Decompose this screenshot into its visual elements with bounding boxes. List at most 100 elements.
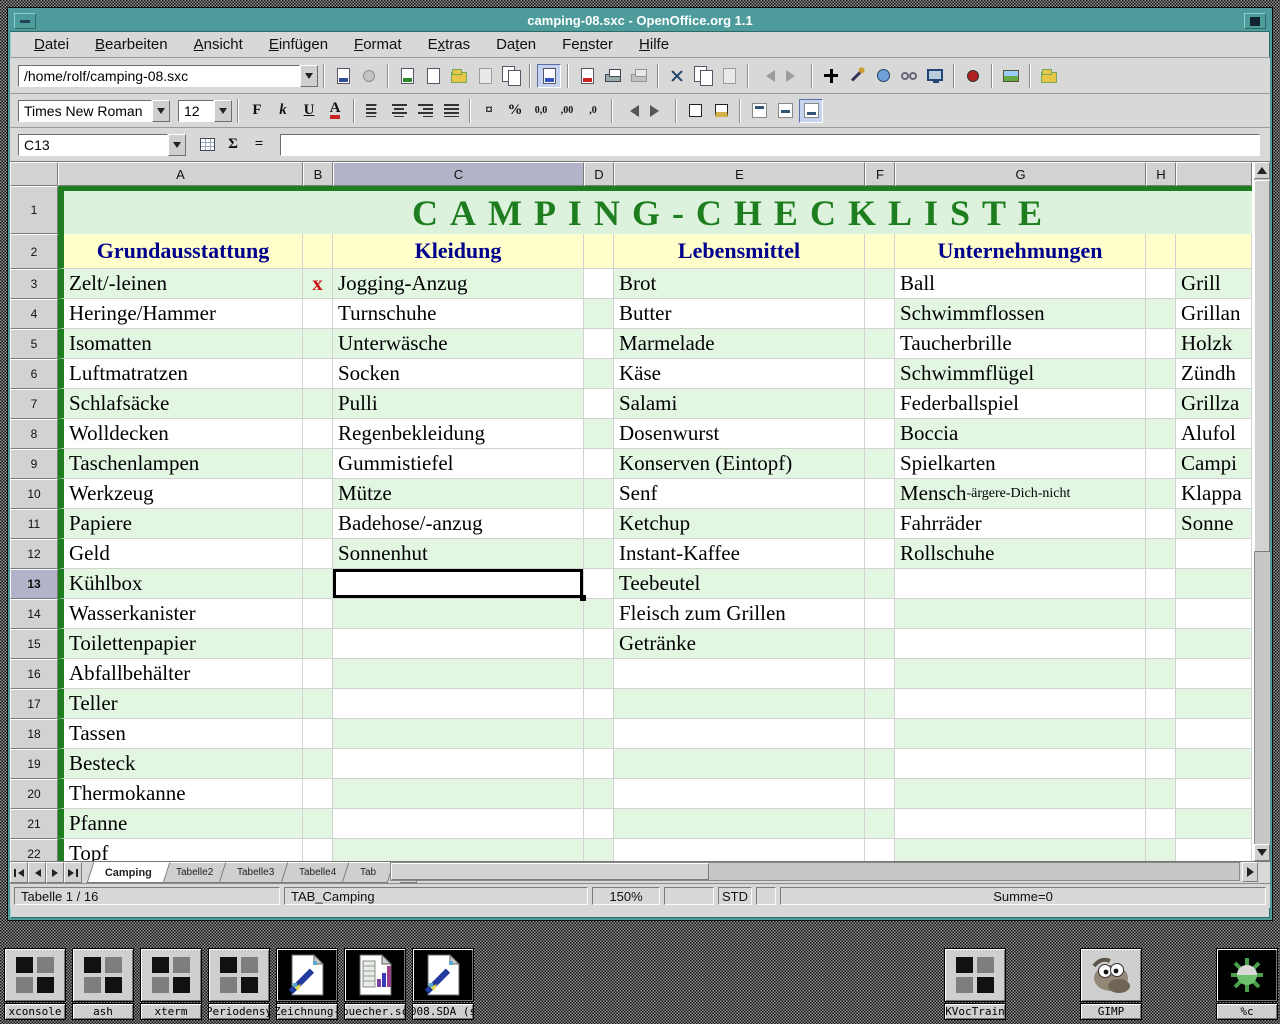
font-size-value[interactable]: 12 (178, 100, 214, 122)
cell-G22[interactable] (895, 839, 1146, 861)
cell-D2[interactable] (584, 234, 614, 269)
name-box-dropdown-button[interactable] (168, 134, 186, 156)
cell-F9[interactable] (865, 449, 895, 479)
cell-H7[interactable] (1146, 389, 1176, 419)
visible-buttons-icon[interactable] (923, 64, 947, 88)
cell-C13[interactable] (333, 569, 584, 599)
cell-G15[interactable] (895, 629, 1146, 659)
maximize-button[interactable] (1244, 13, 1266, 29)
window-menu-button[interactable] (14, 13, 36, 29)
column-header-A[interactable]: A (58, 162, 303, 186)
cell-B2[interactable] (303, 234, 333, 269)
borders-button[interactable] (683, 99, 707, 123)
cell-I19[interactable] (1176, 749, 1252, 779)
number-format-currency-button[interactable]: ¤ (477, 99, 501, 123)
cell-E5[interactable]: Marmelade (614, 329, 865, 359)
align-center-vertical-button[interactable] (773, 99, 797, 123)
row-header-19[interactable]: 19 (10, 749, 58, 779)
cell-F20[interactable] (865, 779, 895, 809)
cell-E20[interactable] (614, 779, 865, 809)
row-header-22[interactable]: 22 (10, 839, 58, 861)
cell-G14[interactable] (895, 599, 1146, 629)
cell-F21[interactable] (865, 809, 895, 839)
cell-C4[interactable]: Turnschuhe (333, 299, 584, 329)
scroll-up-button[interactable] (1254, 162, 1270, 179)
cell-F7[interactable] (865, 389, 895, 419)
cell-G17[interactable] (895, 689, 1146, 719)
cell-G4[interactable]: Schwimmflossen (895, 299, 1146, 329)
last-sheet-button[interactable] (64, 862, 82, 883)
align-bottom-button[interactable] (799, 99, 823, 123)
cell-F10[interactable] (865, 479, 895, 509)
cell-B5[interactable] (303, 329, 333, 359)
cell-I20[interactable] (1176, 779, 1252, 809)
column-header-D[interactable]: D (584, 162, 614, 186)
row-header-13[interactable]: 13 (10, 569, 58, 599)
cell-A9[interactable]: Taschenlampen (58, 449, 303, 479)
cell-A18[interactable]: Tassen (58, 719, 303, 749)
cell-C19[interactable] (333, 749, 584, 779)
window-icon[interactable] (4, 948, 66, 1002)
cell-F4[interactable] (865, 299, 895, 329)
name-box[interactable]: C13 (18, 134, 186, 156)
row-header-3[interactable]: 3 (10, 269, 58, 299)
align-right-button[interactable] (413, 99, 437, 123)
cell-A8[interactable]: Wolldecken (58, 419, 303, 449)
cell-D17[interactable] (584, 689, 614, 719)
row-header-15[interactable]: 15 (10, 629, 58, 659)
cell-C8[interactable]: Regenbekleidung (333, 419, 584, 449)
cell-G2[interactable]: Unternehmungen (895, 234, 1146, 269)
cell-H10[interactable] (1146, 479, 1176, 509)
column-header-I[interactable] (1176, 162, 1252, 186)
cell-I16[interactable] (1176, 659, 1252, 689)
cell-G18[interactable] (895, 719, 1146, 749)
cell-I11[interactable]: Sonne (1176, 509, 1252, 539)
grid-corner[interactable] (10, 162, 58, 186)
url-combobox[interactable]: /home/rolf/camping-08.sxc (18, 65, 318, 87)
cell-I13[interactable] (1176, 569, 1252, 599)
cell-H6[interactable] (1146, 359, 1176, 389)
cell-F8[interactable] (865, 419, 895, 449)
cell-G7[interactable]: Federballspiel (895, 389, 1146, 419)
cell-I10[interactable]: Klappa (1176, 479, 1252, 509)
cell-C14[interactable] (333, 599, 584, 629)
cell-G6[interactable]: Schwimmflügel (895, 359, 1146, 389)
cell-C15[interactable] (333, 629, 584, 659)
cell-I14[interactable] (1176, 599, 1252, 629)
menu-datei[interactable]: Datei (22, 34, 81, 55)
cell-E16[interactable] (614, 659, 865, 689)
cell-D22[interactable] (584, 839, 614, 861)
navigator-icon[interactable] (819, 64, 843, 88)
menu-ansicht[interactable]: Ansicht (182, 34, 255, 55)
cell-E13[interactable]: Teebeutel (614, 569, 865, 599)
cell-B6[interactable] (303, 359, 333, 389)
cell-E6[interactable]: Käse (614, 359, 865, 389)
cell-A11[interactable]: Papiere (58, 509, 303, 539)
cell-D14[interactable] (584, 599, 614, 629)
cell-D11[interactable] (584, 509, 614, 539)
vertical-scrollbar[interactable] (1254, 162, 1270, 861)
cell-C21[interactable] (333, 809, 584, 839)
cell-F2[interactable] (865, 234, 895, 269)
url-value[interactable]: /home/rolf/camping-08.sxc (18, 65, 300, 87)
cell-H21[interactable] (1146, 809, 1176, 839)
cell-G5[interactable]: Taucherbrille (895, 329, 1146, 359)
cell-H11[interactable] (1146, 509, 1176, 539)
cell-B17[interactable] (303, 689, 333, 719)
cell-I22[interactable] (1176, 839, 1252, 861)
increase-indent-button[interactable] (645, 99, 669, 123)
desktop-icon-zeichnung-[interactable]: Zeichnung- (276, 948, 338, 1020)
cell-H19[interactable] (1146, 749, 1176, 779)
align-top-button[interactable] (747, 99, 771, 123)
cell-A16[interactable]: Abfallbehälter (58, 659, 303, 689)
cell-E11[interactable]: Ketchup (614, 509, 865, 539)
cell-E15[interactable]: Getränke (614, 629, 865, 659)
cell-D8[interactable] (584, 419, 614, 449)
cell-H16[interactable] (1146, 659, 1176, 689)
column-header-C[interactable]: C (333, 162, 584, 186)
row-header-18[interactable]: 18 (10, 719, 58, 749)
cell-E3[interactable]: Brot (614, 269, 865, 299)
cell-H20[interactable] (1146, 779, 1176, 809)
cell-G10[interactable]: Mensch-ärgere-Dich-nicht (895, 479, 1146, 509)
cell-E19[interactable] (614, 749, 865, 779)
